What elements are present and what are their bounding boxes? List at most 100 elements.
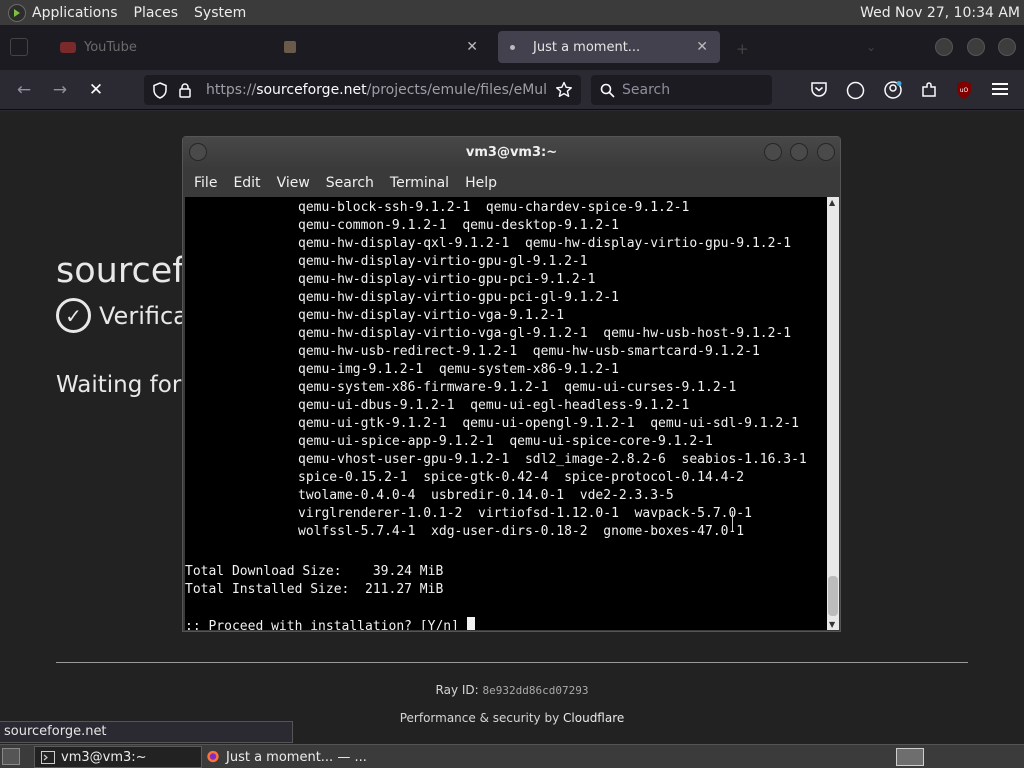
tab-overview-icon[interactable] — [10, 38, 28, 56]
installed-size-line: Total Installed Size: 211.27 MiB — [185, 582, 444, 597]
scroll-up-arrow-icon[interactable]: ▲ — [829, 198, 835, 207]
ray-id-label: Ray ID: — [435, 683, 479, 697]
terminal-close-button[interactable] — [817, 143, 835, 161]
terminal-maximize-button[interactable] — [790, 143, 808, 161]
new-tab-icon[interactable]: + — [736, 40, 749, 58]
tab-active[interactable]: Just a moment... ✕ — [498, 31, 720, 63]
url-bar[interactable]: https://sourceforge.net/projects/emule/f… — [144, 75, 581, 105]
url-host: sourceforge.net — [256, 82, 367, 98]
ublock-origin-icon[interactable]: uO — [955, 80, 973, 100]
text-cursor — [466, 617, 475, 630]
system-top-panel: Applications Places System Wed Nov 27, 1… — [0, 0, 1024, 25]
bottom-taskbar: vm3@vm3:~ Just a moment... — ... — [0, 744, 1024, 768]
terminal-menu-view[interactable]: View — [269, 175, 318, 191]
package-line: qemu-hw-display-virtio-vga-9.1.2-1 — [298, 308, 565, 323]
tab-label: Just a moment... — [533, 39, 641, 55]
package-line: qemu-vhost-user-gpu-9.1.2-1 sdl2_image-2… — [298, 452, 807, 467]
back-button[interactable]: ← — [12, 78, 36, 102]
tab-youtube[interactable]: YouTube — [48, 31, 258, 63]
scroll-down-arrow-icon[interactable]: ▼ — [829, 620, 835, 629]
terminal-menu-terminal[interactable]: Terminal — [382, 175, 457, 191]
package-line: qemu-common-9.1.2-1 qemu-desktop-9.1.2-1 — [298, 218, 619, 233]
menu-places[interactable]: Places — [134, 5, 179, 21]
close-tab-icon[interactable]: ✕ — [696, 39, 708, 55]
extension-circle-icon[interactable] — [846, 81, 865, 100]
url-path: /projects/emule/files/eMule/0. — [366, 82, 546, 98]
package-line: qemu-hw-display-virtio-gpu-gl-9.1.2-1 — [298, 254, 588, 269]
terminal-window[interactable]: vm3@vm3:~ File Edit View Search Terminal… — [182, 136, 841, 632]
prompt-text: :: Proceed with installation? [Y/n] — [185, 619, 459, 630]
workspace-switcher[interactable] — [896, 748, 924, 766]
prompt-line[interactable]: :: Proceed with installation? [Y/n] — [185, 617, 475, 630]
package-line: qemu-hw-display-virtio-vga-gl-9.1.2-1 qe… — [298, 326, 792, 341]
back-arrow-icon: ← — [16, 80, 32, 100]
minimize-window-button[interactable] — [935, 38, 953, 56]
package-line: qemu-hw-display-qxl-9.1.2-1 qemu-hw-disp… — [298, 236, 792, 251]
search-icon — [600, 83, 615, 98]
terminal-minimize-button[interactable] — [764, 143, 782, 161]
terminal-titlebar[interactable]: vm3@vm3:~ — [183, 137, 840, 169]
browser-tab-strip: YouTube ✕ Just a moment... ✕ + ⌄ — [0, 25, 1024, 70]
stop-button[interactable]: ✕ — [84, 78, 108, 102]
scrollbar-thumb[interactable] — [828, 576, 838, 616]
firefox-icon — [207, 750, 219, 763]
svg-text:uO: uO — [960, 87, 969, 94]
package-line: qemu-system-x86-firmware-9.1.2-1 qemu-ui… — [298, 380, 737, 395]
browser-nav-bar: ← → ✕ https://sourceforge.net/projects/e… — [0, 70, 1024, 110]
youtube-icon — [60, 41, 76, 53]
package-line: virglrenderer-1.0.1-2 virtiofsd-1.12.0-1… — [298, 506, 752, 521]
distro-logo-icon[interactable] — [8, 3, 26, 22]
taskbar-item-terminal[interactable]: vm3@vm3:~ — [34, 746, 202, 768]
account-icon[interactable] — [883, 80, 903, 100]
terminal-menu-search[interactable]: Search — [318, 175, 382, 191]
forward-button[interactable]: → — [48, 78, 72, 102]
perf-prefix: Performance & security by — [399, 711, 560, 725]
package-line: qemu-hw-display-virtio-gpu-pci-gl-9.1.2-… — [298, 290, 619, 305]
terminal-menu-help[interactable]: Help — [457, 175, 505, 191]
maximize-window-button[interactable] — [967, 38, 985, 56]
package-line: wolfssl-5.7.4-1 xdg-user-dirs-0.18-2 gno… — [298, 524, 745, 539]
menu-applications[interactable]: Applications — [32, 5, 118, 21]
tab-label: YouTube — [84, 39, 137, 55]
tab-background[interactable]: ✕ — [272, 31, 490, 63]
url-text[interactable]: https://sourceforge.net/projects/emule/f… — [206, 82, 546, 98]
list-tabs-icon[interactable]: ⌄ — [866, 40, 876, 54]
terminal-scrollbar[interactable]: ▲ ▼ — [827, 197, 839, 630]
pocket-icon[interactable] — [810, 81, 828, 98]
package-line: spice-0.15.2-1 spice-gtk-0.42-4 spice-pr… — [298, 470, 745, 485]
lock-icon[interactable] — [178, 82, 192, 98]
url-scheme: https:// — [206, 82, 257, 98]
terminal-menu-file[interactable]: File — [186, 175, 225, 191]
ray-id: Ray ID: 8e932dd86cd07293 — [0, 683, 1024, 697]
hamburger-menu-icon[interactable] — [992, 82, 1008, 96]
link-status-tooltip: sourceforge.net — [0, 721, 293, 743]
package-line: qemu-hw-display-virtio-gpu-pci-9.1.2-1 — [298, 272, 596, 287]
taskbar-item-label: vm3@vm3:~ — [61, 749, 147, 765]
package-line: qemu-ui-gtk-9.1.2-1 qemu-ui-opengl-9.1.2… — [298, 416, 799, 431]
ibeam-cursor-icon — [732, 513, 734, 531]
close-icon[interactable]: ✕ — [466, 39, 478, 55]
terminal-menu-edit[interactable]: Edit — [225, 175, 268, 191]
terminal-icon — [41, 751, 55, 764]
package-line: qemu-img-9.1.2-1 qemu-system-x86-9.1.2-1 — [298, 362, 619, 377]
tracking-shield-icon[interactable] — [152, 82, 168, 99]
menu-system[interactable]: System — [194, 5, 246, 21]
ray-id-value: 8e932dd86cd07293 — [482, 684, 589, 697]
taskbar-item-firefox[interactable]: Just a moment... — ... — [200, 746, 390, 768]
terminal-menubar: File Edit View Search Terminal Help — [183, 169, 840, 196]
close-window-button[interactable] — [998, 38, 1016, 56]
terminal-title: vm3@vm3:~ — [465, 145, 558, 160]
cloudflare-link[interactable]: Cloudflare — [563, 711, 624, 725]
terminal-output[interactable]: Total Download Size: 39.24 MiB Total Ins… — [185, 197, 827, 630]
show-desktop-button[interactable] — [2, 748, 20, 765]
waiting-text: Waiting for — [56, 372, 182, 398]
extensions-puzzle-icon[interactable] — [920, 81, 938, 99]
clock[interactable]: Wed Nov 27, 10:34 AM — [860, 5, 1020, 21]
search-placeholder: Search — [622, 82, 671, 98]
taskbar-item-label: Just a moment... — ... — [226, 749, 367, 765]
stop-x-icon: ✕ — [88, 80, 104, 100]
download-size-line: Total Download Size: 39.24 MiB — [185, 564, 444, 579]
bookmark-star-icon[interactable] — [555, 81, 573, 99]
package-line: qemu-ui-spice-app-9.1.2-1 qemu-ui-spice-… — [298, 434, 713, 449]
search-bar[interactable]: Search — [591, 75, 772, 105]
